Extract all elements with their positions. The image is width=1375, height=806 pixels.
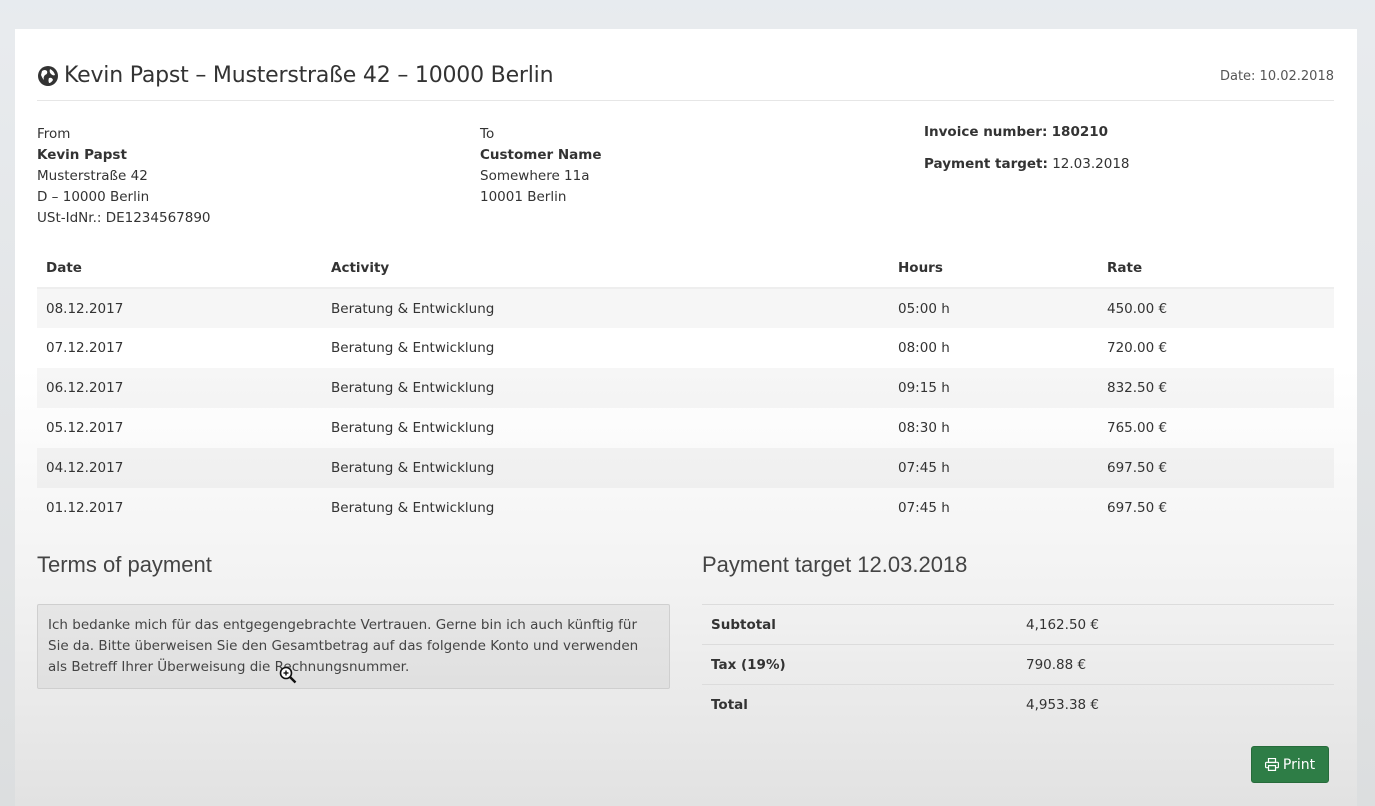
cell-rate: 697.50 € [1098, 448, 1334, 488]
cell-date: 07.12.2017 [46, 340, 124, 356]
table-row: 07.12.2017 Beratung & Entwicklung 08:00 … [37, 328, 1334, 368]
cell-activity: Beratung & Entwicklung [322, 368, 889, 408]
invoice-date: Date: 10.02.2018 [1219, 69, 1334, 84]
totals-table: Subtotal 4,162.50 € Tax (19%) 790.88 € T… [702, 604, 1334, 725]
terms-text: Ich bedanke mich für das entgegengebrach… [37, 604, 670, 689]
cell-rate: 765.00 € [1107, 420, 1168, 436]
col-date: Date [37, 248, 322, 289]
from-name: Kevin Papst [37, 147, 127, 163]
terms-title: Terms of payment [37, 552, 212, 577]
invoice-number: Invoice number: 180210 [924, 124, 1109, 140]
cell-hours: 08:30 h [898, 420, 950, 436]
total-label: Total [702, 684, 1017, 725]
col-rate: Rate [1098, 248, 1334, 289]
cell-hours: 08:00 h [898, 340, 950, 356]
invoice-header: Kevin Papst – Musterstraße 42 – 10000 Be… [37, 59, 1334, 101]
table-row: 05.12.2017 Beratung & Entwicklung 08:30 … [37, 408, 1334, 448]
globe-icon [37, 65, 59, 87]
col-hours: Hours [889, 248, 1098, 289]
items-header-row: Date Activity Hours Rate [37, 248, 1334, 289]
to-name: Customer Name [480, 147, 602, 163]
cell-hours: 07:45 h [898, 500, 950, 516]
from-vat: USt-IdNr.: DE1234567890 [37, 210, 211, 226]
zoom-cursor-icon [279, 666, 297, 684]
payment-target: Payment target: 12.03.2018 [924, 156, 1130, 172]
total-row: Total 4,953.38 € [702, 684, 1334, 725]
to-label: To [480, 126, 495, 142]
print-label: Print [1282, 756, 1316, 773]
cell-hours: 09:15 h [889, 368, 1098, 408]
table-row: 04.12.2017 Beratung & Entwicklung 07:45 … [37, 448, 1334, 488]
cell-rate: 697.50 € [1107, 500, 1168, 516]
cell-activity: Beratung & Entwicklung [322, 448, 889, 488]
subtotal-value: 4,162.50 € [1017, 604, 1334, 645]
cell-activity: Beratung & Entwicklung [331, 500, 495, 516]
to-city: 10001 Berlin [480, 189, 567, 205]
tax-label: Tax (19%) [702, 644, 1017, 685]
subtotal-row: Subtotal 4,162.50 € [702, 604, 1334, 645]
table-row: 06.12.2017 Beratung & Entwicklung 09:15 … [37, 368, 1334, 408]
payment-target-value: 12.03.2018 [1052, 156, 1130, 172]
cell-rate: 720.00 € [1107, 340, 1168, 356]
items-table: Date Activity Hours Rate 08.12.2017 Bera… [37, 248, 1334, 528]
col-activity: Activity [322, 248, 889, 289]
total-value: 4,953.38 € [1017, 684, 1334, 725]
invoice-page: Kevin Papst – Musterstraße 42 – 10000 Be… [15, 29, 1357, 806]
cell-hours: 07:45 h [889, 448, 1098, 488]
cell-activity: Beratung & Entwicklung [331, 340, 495, 356]
tax-value: 790.88 € [1017, 644, 1334, 685]
to-street: Somewhere 11a [480, 168, 590, 184]
from-street: Musterstraße 42 [37, 168, 148, 184]
table-row: 01.12.2017 Beratung & Entwicklung 07:45 … [37, 488, 1334, 528]
cell-hours: 05:00 h [889, 288, 1098, 328]
page-title: Kevin Papst – Musterstraße 42 – 10000 Be… [37, 63, 554, 88]
cell-date: 08.12.2017 [37, 288, 322, 328]
cell-activity: Beratung & Entwicklung [331, 420, 495, 436]
subtotal-label: Subtotal [702, 604, 1017, 645]
cell-date: 05.12.2017 [46, 420, 124, 436]
payment-target-title: Payment target 12.03.2018 [702, 552, 968, 577]
cell-rate: 450.00 € [1098, 288, 1334, 328]
print-button[interactable]: Print [1251, 746, 1329, 783]
from-city: D – 10000 Berlin [37, 189, 150, 205]
cell-date: 04.12.2017 [37, 448, 322, 488]
cell-activity: Beratung & Entwicklung [322, 288, 889, 328]
from-address: From Kevin Papst Musterstraße 42 D – 100… [37, 124, 211, 229]
invoice-meta: Invoice number: 180210 Payment target: 1… [924, 124, 1130, 188]
cell-date: 01.12.2017 [46, 500, 124, 516]
from-label: From [37, 126, 71, 142]
to-address: To Customer Name Somewhere 11a 10001 Ber… [480, 124, 602, 208]
invoice-number-value: 180210 [1051, 124, 1109, 140]
printer-icon [1264, 758, 1279, 771]
sender-headline: Kevin Papst – Musterstraße 42 – 10000 Be… [64, 63, 554, 88]
tax-row: Tax (19%) 790.88 € [702, 644, 1334, 685]
cell-rate: 832.50 € [1098, 368, 1334, 408]
table-row: 08.12.2017 Beratung & Entwicklung 05:00 … [37, 288, 1334, 328]
cell-date: 06.12.2017 [37, 368, 322, 408]
